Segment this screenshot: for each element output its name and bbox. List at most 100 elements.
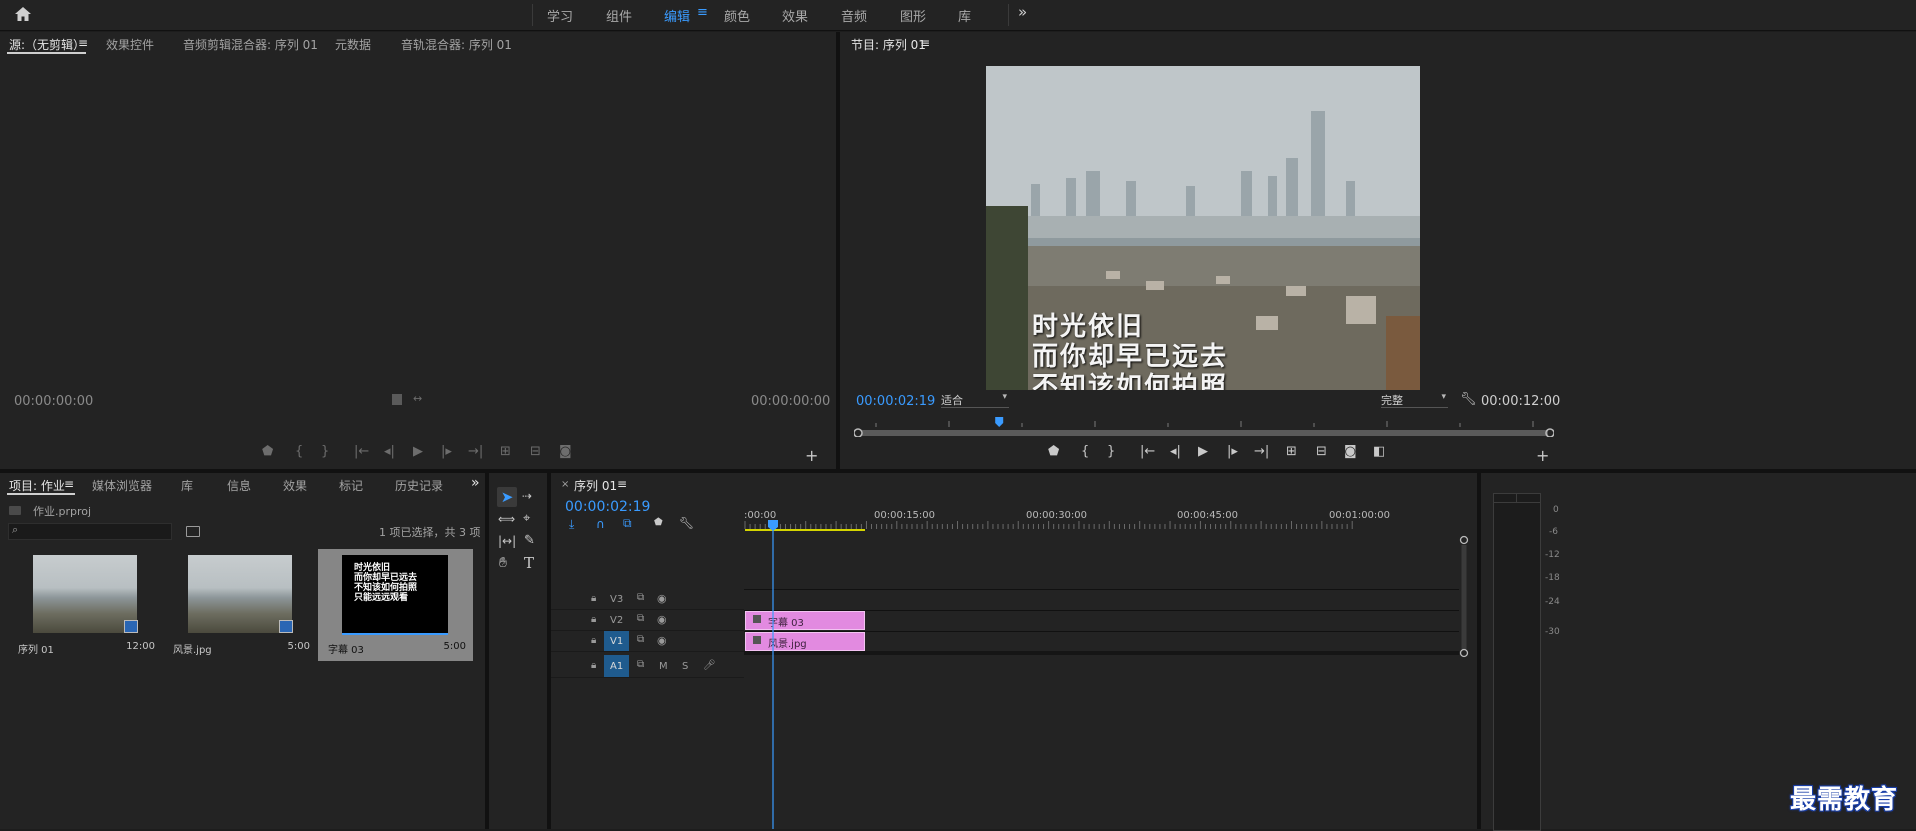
linked-selection-icon[interactable]: ⧉	[623, 516, 632, 531]
program-scrub-bar[interactable]	[854, 417, 1554, 437]
search-input[interactable]: ⌕	[8, 523, 172, 540]
mark-in-icon[interactable]: {	[295, 444, 303, 459]
export-frame-icon[interactable]: ◙	[1344, 444, 1357, 459]
tab-source[interactable]: 源:（无剪辑）	[9, 36, 85, 53]
workspace-graphics[interactable]: 图形	[900, 6, 926, 25]
pen-tool-icon[interactable]: ✎	[524, 533, 535, 548]
slip-tool-icon[interactable]: |↔|	[498, 534, 516, 548]
panel-menu-icon[interactable]: ≡	[617, 477, 627, 491]
project-item[interactable]: 风景.jpg 5:00	[163, 549, 316, 661]
export-frame-icon[interactable]: ◙	[559, 444, 572, 459]
hand-tool-icon[interactable]: ✋︎	[499, 555, 507, 571]
track-label[interactable]: V3	[610, 594, 623, 605]
source-settings-icon[interactable]	[392, 394, 402, 405]
more-workspaces-icon[interactable]: »	[1018, 3, 1027, 21]
go-to-in-icon[interactable]: |←	[1140, 444, 1155, 459]
new-bin-icon[interactable]	[186, 526, 200, 537]
lock-icon[interactable]: 🔒︎	[591, 660, 596, 671]
go-to-out-icon[interactable]: →|	[1254, 444, 1269, 459]
play-icon[interactable]: ▶	[413, 444, 423, 459]
workspace-assembly[interactable]: 组件	[606, 6, 632, 25]
microphone-icon[interactable]: 🎤︎	[703, 660, 716, 671]
eye-icon[interactable]: ◉	[657, 592, 667, 605]
go-to-in-icon[interactable]: |←	[354, 444, 369, 459]
timeline-timecode[interactable]: 00:00:02:19	[565, 499, 650, 515]
more-panels-icon[interactable]: »	[471, 475, 480, 491]
program-video-frame[interactable]: 时光依旧 而你却早已远去 不知该如何拍照	[986, 66, 1420, 390]
workspace-audio[interactable]: 音频	[841, 6, 867, 25]
ripple-edit-tool-icon[interactable]: ⟺	[498, 512, 515, 526]
selection-tool-icon[interactable]: ➤	[497, 487, 517, 507]
workspace-learn[interactable]: 学习	[547, 6, 573, 25]
project-item[interactable]: 序列 01 12:00	[8, 549, 161, 661]
add-marker-icon[interactable]: ⬟	[262, 444, 273, 459]
workspace-libraries[interactable]: 库	[958, 6, 971, 25]
type-tool-icon[interactable]: T	[524, 554, 534, 572]
workspace-editing[interactable]: 编辑	[664, 6, 690, 25]
lock-icon[interactable]: 🔒︎	[591, 593, 596, 604]
timeline-clip-title[interactable]: 字幕 03	[745, 611, 865, 630]
workspace-color[interactable]: 颜色	[724, 6, 750, 25]
program-title[interactable]: 节目: 序列 01	[851, 36, 926, 53]
lift-icon[interactable]: ⊞	[1286, 444, 1297, 459]
tab-history[interactable]: 历史记录	[395, 477, 443, 494]
wrench-icon[interactable]: 🔧︎	[1460, 392, 1477, 407]
tab-project[interactable]: 项目: 作业	[9, 477, 65, 494]
drag-icon[interactable]: ↔	[413, 392, 422, 405]
program-timecode[interactable]: 00:00:02:19	[856, 394, 935, 409]
track-label[interactable]: V2	[610, 615, 623, 626]
tab-info[interactable]: 信息	[227, 477, 251, 494]
tab-effects[interactable]: 效果	[283, 477, 307, 494]
mark-out-icon[interactable]: }	[1107, 444, 1115, 459]
eye-icon[interactable]: ◉	[657, 634, 667, 647]
panel-menu-icon[interactable]: ≡	[78, 36, 88, 50]
timeline-scrollbar[interactable]	[1459, 535, 1469, 659]
home-icon[interactable]	[14, 6, 32, 22]
tab-sequence[interactable]: 序列 01	[574, 477, 617, 494]
step-back-icon[interactable]: ◂|	[1170, 444, 1181, 459]
add-marker-icon[interactable]: ⬟	[1048, 444, 1059, 459]
wrench-icon[interactable]: 🔧︎	[679, 516, 694, 530]
zoom-select[interactable]: 适合 ▾	[941, 392, 1009, 408]
timeline-clip-image[interactable]: 风景.jpg	[745, 632, 865, 651]
go-to-out-icon[interactable]: →|	[468, 444, 483, 459]
eye-icon[interactable]: ◉	[657, 613, 667, 626]
tab-media-browser[interactable]: 媒体浏览器	[92, 477, 152, 494]
sync-lock-icon[interactable]: ⧉	[637, 592, 644, 603]
tab-libraries[interactable]: 库	[181, 477, 193, 494]
compare-view-icon[interactable]: ◧	[1373, 444, 1385, 459]
extract-icon[interactable]: ⊟	[1316, 444, 1327, 459]
track-select-tool-icon[interactable]: ⇢	[522, 489, 532, 503]
nest-icon[interactable]: ⤓	[569, 517, 574, 532]
sync-lock-icon[interactable]: ⧉	[637, 613, 644, 624]
insert-icon[interactable]: ⊞	[500, 444, 511, 459]
tab-audio-clip-mixer[interactable]: 音频剪辑混合器: 序列 01	[183, 36, 318, 53]
snap-icon[interactable]: ∩	[596, 517, 605, 531]
project-item-selected[interactable]: 时光依旧 而你却早已远去 不知该如何拍照 只能远远观看 字幕 03 5:00	[318, 549, 473, 661]
panel-menu-icon[interactable]: ≡	[920, 36, 930, 50]
tab-effect-controls[interactable]: 效果控件	[106, 36, 154, 53]
tab-markers[interactable]: 标记	[339, 477, 363, 494]
track-area[interactable]: 字幕 03 风景.jpg	[744, 533, 1459, 683]
close-tab-icon[interactable]: ×	[561, 479, 569, 490]
solo-button[interactable]: S	[682, 661, 688, 672]
mute-button[interactable]: M	[659, 661, 668, 672]
step-forward-icon[interactable]: |▸	[1227, 444, 1238, 459]
tab-metadata[interactable]: 元数据	[335, 36, 371, 53]
sync-lock-icon[interactable]: ⧉	[637, 634, 644, 645]
play-icon[interactable]: ▶	[1198, 444, 1208, 459]
add-button-icon[interactable]: +	[1536, 446, 1549, 465]
time-ruler[interactable]: :00:00 00:00:15:00 00:00:30:00 00:00:45:…	[744, 505, 1464, 533]
mark-out-icon[interactable]: }	[321, 444, 329, 459]
overwrite-icon[interactable]: ⊟	[530, 444, 541, 459]
add-marker-icon[interactable]: ⬟	[654, 517, 663, 528]
source-timecode[interactable]: 00:00:00:00	[14, 394, 93, 409]
lock-icon[interactable]: 🔒︎	[591, 614, 596, 625]
workspace-effects[interactable]: 效果	[782, 6, 808, 25]
sync-lock-icon[interactable]: ⧉	[637, 659, 644, 670]
timeline-playhead[interactable]	[768, 520, 778, 829]
panel-menu-icon[interactable]: ≡	[64, 477, 74, 491]
step-back-icon[interactable]: ◂|	[384, 444, 395, 459]
track-label[interactable]: V1	[610, 636, 623, 647]
quality-select[interactable]: 完整 ▾	[1381, 392, 1448, 408]
